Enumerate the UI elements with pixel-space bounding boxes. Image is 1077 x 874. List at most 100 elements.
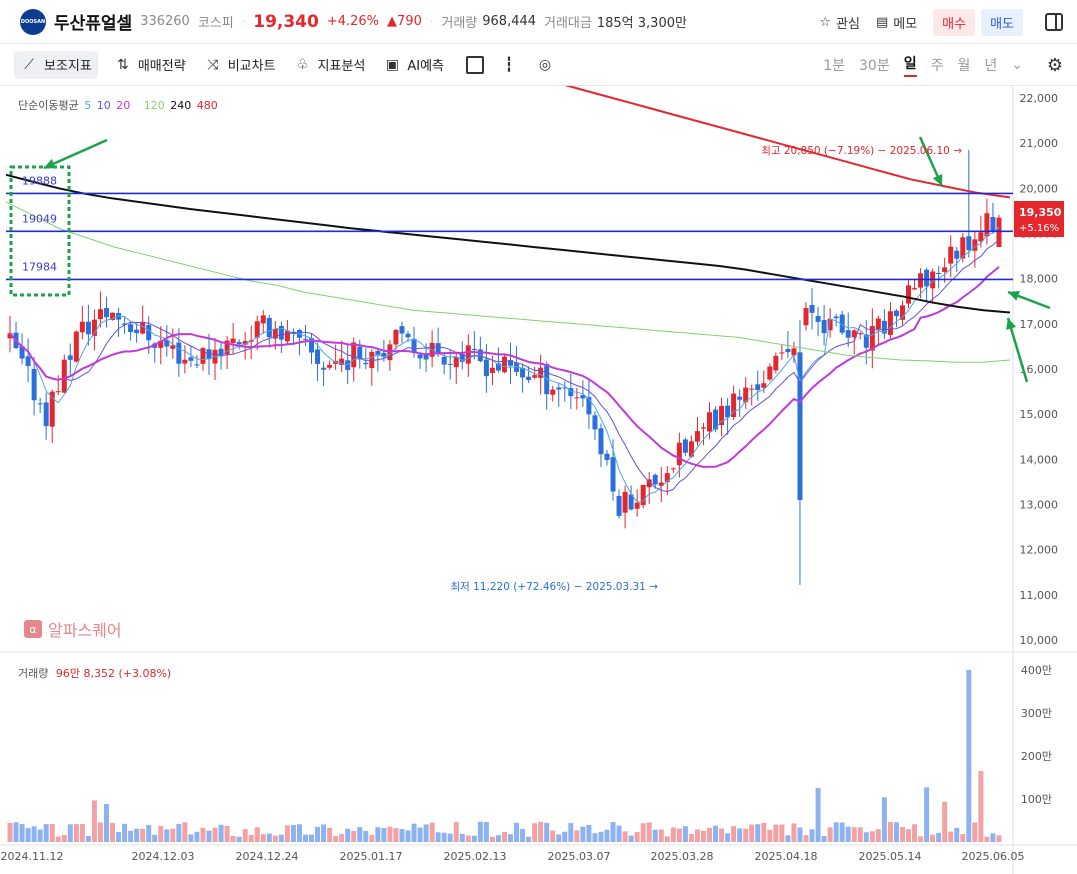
candle-body <box>230 338 236 344</box>
volume-bar <box>278 834 284 842</box>
ai-chip-icon: ▣ <box>385 56 399 73</box>
candle-body <box>906 285 912 304</box>
change-percent: +4.26% <box>326 14 380 29</box>
volume-value: 968,444 <box>482 14 537 29</box>
volume-tick-label: 300만 <box>1021 707 1052 720</box>
gear-icon[interactable]: ⚙ <box>1047 55 1063 76</box>
candle-body <box>694 431 700 442</box>
volume-legend-label: 거래량 <box>18 667 49 680</box>
candle-body <box>887 311 893 335</box>
volume-bar <box>49 824 55 842</box>
chart-type-button[interactable]: ┇ <box>498 51 520 79</box>
volume-bar <box>948 831 954 842</box>
tf-30min[interactable]: 30분 <box>859 55 890 75</box>
sell-button[interactable]: 매도 <box>981 8 1023 36</box>
memo-button[interactable]: ▤ 메모 <box>876 13 917 32</box>
candle-body <box>640 484 646 506</box>
ai-predict-button[interactable]: ▣ AI예측 <box>381 51 446 79</box>
analysis-label: 지표분석 <box>317 59 366 74</box>
candle-body <box>984 213 990 237</box>
candle-body <box>682 439 688 453</box>
candle-body <box>616 495 622 516</box>
volume-bar <box>791 823 797 842</box>
ma-10-label: 10 <box>96 99 111 112</box>
volume-bar <box>646 822 652 842</box>
volume-bar <box>634 832 640 842</box>
price-tick-label: 21,000 <box>1020 137 1059 150</box>
memo-icon: ▤ <box>875 14 889 30</box>
buy-button[interactable]: 매수 <box>933 8 976 36</box>
current-change-tag-value: +5.16% <box>1019 223 1059 234</box>
candlestick-icon: ┇ <box>504 56 514 73</box>
volume-bar <box>146 825 152 842</box>
volume-bar <box>37 829 43 842</box>
volume-bar <box>91 800 97 842</box>
volume-bar <box>260 834 266 842</box>
candle-body <box>737 396 743 400</box>
volume-bar <box>296 824 302 842</box>
candle-body <box>688 441 694 457</box>
amount-value: 185억 3,300만 <box>596 16 687 31</box>
current-price: 19,340 <box>253 11 319 32</box>
indicator-icon: ⟋ <box>24 56 34 73</box>
price-tick-label: 15,000 <box>1020 408 1059 421</box>
ma-240-line <box>5 173 1011 314</box>
volume-bar <box>592 833 598 842</box>
candle-body <box>327 364 333 368</box>
compare-label: 비교차트 <box>227 59 276 74</box>
volume-bar <box>122 823 128 842</box>
volume-bar <box>743 828 749 842</box>
candle-body <box>996 217 1002 248</box>
current-price-tag-value: 19,350 <box>1019 206 1062 219</box>
date-tick-label: 2025.01.17 <box>340 850 403 863</box>
volume-bar <box>116 831 122 842</box>
volume-bar <box>604 829 610 842</box>
side-panel-icon[interactable] <box>1045 13 1063 31</box>
volume-bar <box>266 833 272 842</box>
candle-body <box>61 359 67 393</box>
volume-bar <box>55 836 61 842</box>
candle-body <box>749 388 755 390</box>
volume-bar <box>893 822 899 842</box>
volume-bar <box>755 824 761 842</box>
indicator-button[interactable]: ⟋ 보조지표 <box>14 50 98 79</box>
volume-bar <box>544 822 550 842</box>
volume-bar <box>272 835 278 842</box>
tf-week[interactable]: 주 <box>931 55 944 75</box>
volume-bar <box>869 831 875 842</box>
tf-1min[interactable]: 1분 <box>823 55 845 75</box>
volume-bar <box>501 831 507 842</box>
strategy-button[interactable]: ⇅ 매매전략 <box>112 51 188 79</box>
tf-year[interactable]: 년 <box>984 55 997 75</box>
volume-bar <box>97 822 103 842</box>
drawing-box-icon[interactable] <box>466 55 485 74</box>
timeframe-selector: 1분 30분 일 주 월 년 ⌄ <box>823 44 1023 86</box>
candle-body <box>128 324 134 333</box>
candle-body <box>399 326 405 334</box>
watch-button[interactable]: ☆ 관심 <box>819 13 860 32</box>
volume-bar <box>652 829 658 842</box>
volume-bar <box>978 771 984 842</box>
volume-bar <box>339 834 345 842</box>
volume-bar <box>200 827 206 842</box>
volume-bar <box>158 826 164 842</box>
volume-bar <box>532 823 538 842</box>
candle-body <box>526 376 532 380</box>
analysis-button[interactable]: ♧ 지표분석 <box>292 51 368 79</box>
market-name: 코스피 <box>197 16 234 31</box>
price-chart[interactable]: 22,00021,00020,00019,00018,00017,00016,0… <box>0 86 1077 874</box>
volume-bar <box>658 829 664 842</box>
compare-button[interactable]: ⤨ 비교차트 <box>202 51 278 79</box>
tf-month[interactable]: 월 <box>957 55 970 75</box>
candle-body <box>990 217 996 232</box>
ma-120-line <box>5 201 1011 363</box>
candle-body <box>821 320 827 334</box>
volume-bar <box>399 829 405 842</box>
tf-day[interactable]: 일 <box>903 53 917 77</box>
chevron-down-icon[interactable]: ⌄ <box>1011 57 1023 73</box>
candle-body <box>538 367 544 378</box>
volume-bar <box>562 831 568 842</box>
volume-bar <box>67 824 73 842</box>
candle-body <box>948 246 954 264</box>
screenshot-button[interactable]: ◎ <box>534 51 556 79</box>
